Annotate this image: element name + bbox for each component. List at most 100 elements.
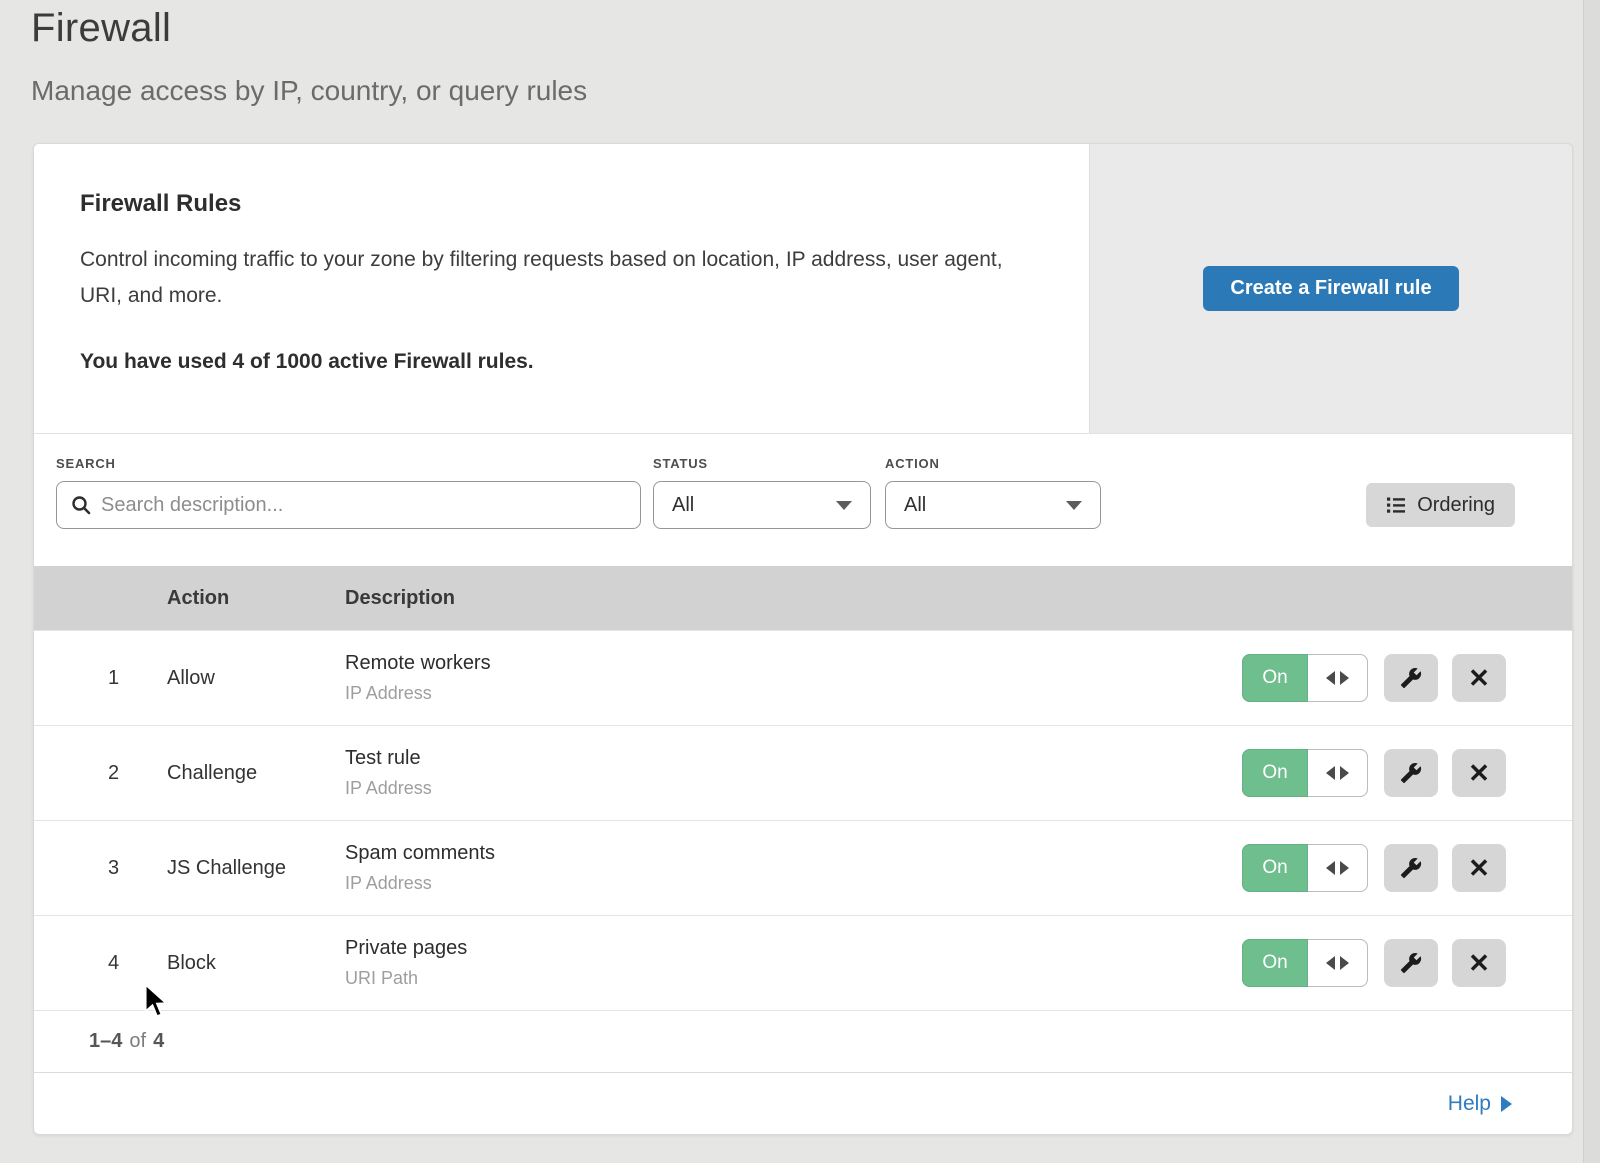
pagination-total: 4	[153, 1030, 164, 1053]
delete-rule-button[interactable]: ✕	[1452, 749, 1506, 797]
rule-priority: 4	[34, 952, 167, 975]
edit-rule-button[interactable]	[1384, 939, 1438, 987]
rule-description: Remote workers	[345, 652, 1242, 675]
action-select-value: All	[904, 494, 926, 517]
table-row: 4 Block Private pages URI Path On	[34, 915, 1572, 1010]
search-box	[56, 481, 641, 529]
rule-action: Challenge	[167, 762, 345, 785]
help-row: Help	[34, 1072, 1572, 1134]
ordered-list-icon	[1386, 495, 1406, 515]
close-icon: ✕	[1468, 950, 1490, 976]
wrench-icon	[1400, 667, 1422, 689]
table-header-row: Action Description	[34, 566, 1572, 630]
rule-description-cell: Spam comments IP Address	[345, 842, 1242, 894]
rule-description: Spam comments	[345, 842, 1242, 865]
rule-description: Private pages	[345, 937, 1242, 960]
rule-controls: On ✕	[1242, 939, 1572, 987]
rule-enabled-toggle[interactable]: On	[1242, 749, 1368, 797]
toggle-knob[interactable]	[1308, 939, 1368, 987]
toggle-on-segment[interactable]: On	[1242, 939, 1308, 987]
rule-enabled-toggle[interactable]: On	[1242, 939, 1368, 987]
action-column-header: Action	[167, 587, 345, 610]
ordering-button[interactable]: Ordering	[1366, 483, 1515, 527]
rule-match-type: IP Address	[345, 683, 1242, 704]
rule-enabled-toggle[interactable]: On	[1242, 844, 1368, 892]
drag-arrows-icon	[1326, 766, 1349, 780]
overview-section: Firewall Rules Control incoming traffic …	[34, 144, 1572, 434]
create-rule-panel: Create a Firewall rule	[1089, 144, 1572, 433]
help-link[interactable]: Help	[1448, 1092, 1512, 1116]
edit-rule-button[interactable]	[1384, 654, 1438, 702]
firewall-rules-card: Firewall Rules Control incoming traffic …	[33, 143, 1573, 1135]
section-heading: Firewall Rules	[80, 190, 1029, 218]
edit-rule-button[interactable]	[1384, 844, 1438, 892]
search-icon	[71, 495, 91, 515]
usage-note: You have used 4 of 1000 active Firewall …	[80, 350, 1029, 374]
rule-priority: 2	[34, 762, 167, 785]
drag-arrows-icon	[1326, 956, 1349, 970]
ordering-button-label: Ordering	[1417, 494, 1495, 517]
chevron-down-icon	[836, 501, 852, 510]
rule-action: Block	[167, 952, 345, 975]
rule-priority: 3	[34, 857, 167, 880]
rule-description-cell: Private pages URI Path	[345, 937, 1242, 989]
rules-table: Action Description 1 Allow Remote worker…	[34, 566, 1572, 1010]
pagination-range: 1–4	[89, 1030, 122, 1053]
rule-description-cell: Remote workers IP Address	[345, 652, 1242, 704]
search-input[interactable]	[101, 494, 626, 517]
page-header: Firewall Manage access by IP, country, o…	[0, 0, 1600, 107]
rule-enabled-toggle[interactable]: On	[1242, 654, 1368, 702]
section-description: Control incoming traffic to your zone by…	[80, 242, 1029, 314]
rule-action: Allow	[167, 667, 345, 690]
wrench-icon	[1400, 762, 1422, 784]
action-label: ACTION	[885, 456, 1101, 472]
close-icon: ✕	[1468, 760, 1490, 786]
table-row: 3 JS Challenge Spam comments IP Address …	[34, 820, 1572, 915]
rule-controls: On ✕	[1242, 749, 1572, 797]
status-label: STATUS	[653, 456, 885, 472]
delete-rule-button[interactable]: ✕	[1452, 844, 1506, 892]
chevron-down-icon	[1066, 501, 1082, 510]
edit-rule-button[interactable]	[1384, 749, 1438, 797]
arrow-right-icon	[1501, 1096, 1512, 1112]
page-title: Firewall	[31, 6, 1600, 51]
rule-controls: On ✕	[1242, 844, 1572, 892]
search-filter-group: SEARCH	[56, 456, 653, 529]
toggle-knob[interactable]	[1308, 844, 1368, 892]
rule-description-cell: Test rule IP Address	[345, 747, 1242, 799]
toggle-on-segment[interactable]: On	[1242, 654, 1308, 702]
status-select-value: All	[672, 494, 694, 517]
pagination-of: of	[129, 1030, 146, 1053]
search-label: SEARCH	[56, 456, 653, 472]
description-column-header: Description	[345, 587, 1242, 610]
rule-match-type: URI Path	[345, 968, 1242, 989]
rule-description: Test rule	[345, 747, 1242, 770]
rule-priority: 1	[34, 667, 167, 690]
action-filter-group: ACTION All	[885, 456, 1101, 529]
table-row: 1 Allow Remote workers IP Address On	[34, 630, 1572, 725]
rule-match-type: IP Address	[345, 778, 1242, 799]
status-filter-group: STATUS All	[653, 456, 885, 529]
overview-text-panel: Firewall Rules Control incoming traffic …	[34, 144, 1089, 433]
status-select[interactable]: All	[653, 481, 871, 529]
page-subtitle: Manage access by IP, country, or query r…	[31, 75, 1600, 107]
help-link-label: Help	[1448, 1092, 1491, 1116]
table-row: 2 Challenge Test rule IP Address On	[34, 725, 1572, 820]
rule-action: JS Challenge	[167, 857, 345, 880]
action-select[interactable]: All	[885, 481, 1101, 529]
create-firewall-rule-button[interactable]: Create a Firewall rule	[1203, 266, 1458, 311]
wrench-icon	[1400, 857, 1422, 879]
delete-rule-button[interactable]: ✕	[1452, 939, 1506, 987]
filters-bar: SEARCH STATUS All ACTION All	[34, 434, 1572, 566]
drag-arrows-icon	[1326, 861, 1349, 875]
toggle-knob[interactable]	[1308, 749, 1368, 797]
drag-arrows-icon	[1326, 671, 1349, 685]
toggle-on-segment[interactable]: On	[1242, 844, 1308, 892]
close-icon: ✕	[1468, 665, 1490, 691]
delete-rule-button[interactable]: ✕	[1452, 654, 1506, 702]
rule-match-type: IP Address	[345, 873, 1242, 894]
toggle-on-segment[interactable]: On	[1242, 749, 1308, 797]
toggle-knob[interactable]	[1308, 654, 1368, 702]
rule-controls: On ✕	[1242, 654, 1572, 702]
close-icon: ✕	[1468, 855, 1490, 881]
